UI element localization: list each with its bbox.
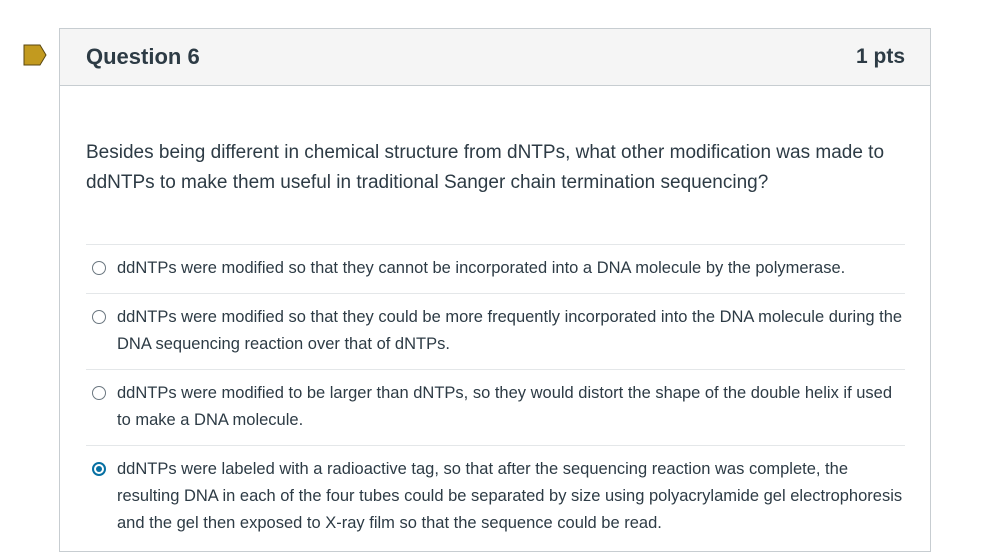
answer-label[interactable]: ddNTPs were modified so that they could … xyxy=(117,304,905,358)
answer-option-1[interactable]: ddNTPs were modified so that they cannot… xyxy=(86,245,905,294)
answer-list: ddNTPs were modified so that they cannot… xyxy=(86,244,905,548)
radio-button[interactable] xyxy=(92,462,106,476)
question-text: Besides being different in chemical stru… xyxy=(86,142,885,193)
question-body: Besides being different in chemical stru… xyxy=(60,86,930,548)
answer-option-2[interactable]: ddNTPs were modified so that they could … xyxy=(86,294,905,370)
question-card: Question 6 1 pts Besides being different… xyxy=(59,28,931,552)
answer-label[interactable]: ddNTPs were modified so that they cannot… xyxy=(117,255,845,282)
question-points: 1 pts xyxy=(855,45,905,68)
question-title: Question 6 xyxy=(86,44,200,69)
answer-option-4[interactable]: ddNTPs were labeled with a radioactive t… xyxy=(86,446,905,548)
answer-label[interactable]: ddNTPs were labeled with a radioactive t… xyxy=(117,456,905,537)
radio-button[interactable] xyxy=(92,386,106,400)
radio-button[interactable] xyxy=(92,261,106,275)
flag-icon[interactable] xyxy=(23,44,47,66)
answer-option-3[interactable]: ddNTPs were modified to be larger than d… xyxy=(86,370,905,446)
question-header: Question 6 1 pts xyxy=(60,29,930,86)
radio-button[interactable] xyxy=(92,310,106,324)
answer-label[interactable]: ddNTPs were modified to be larger than d… xyxy=(117,380,905,434)
